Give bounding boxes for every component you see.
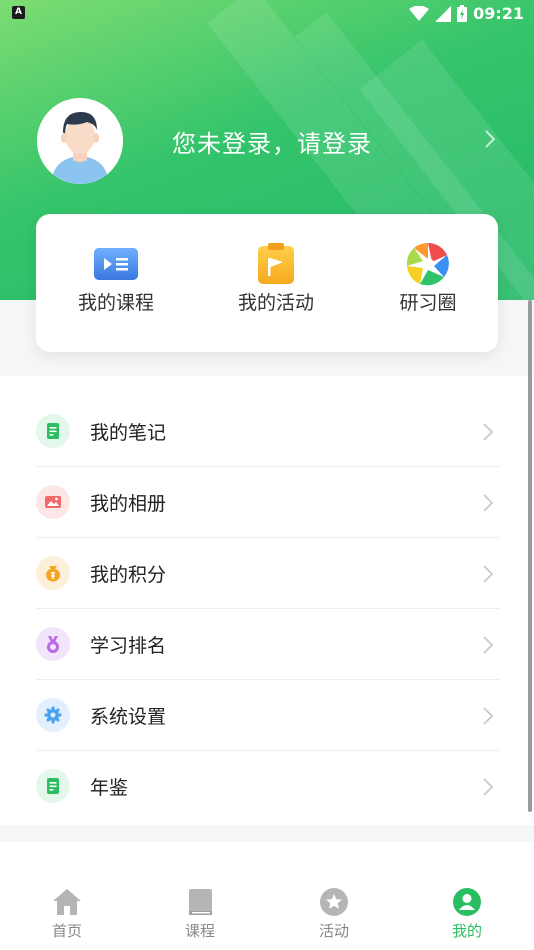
tab-home[interactable]: 首页 — [27, 886, 107, 941]
menu-item-notes[interactable]: 我的笔记 — [36, 396, 500, 467]
tab-label: 首页 — [51, 922, 82, 940]
menu-item-yearbook[interactable]: 年鉴 — [36, 751, 500, 822]
avatar[interactable] — [37, 98, 123, 184]
chevron-right-icon — [483, 423, 494, 441]
chevron-right-icon — [483, 636, 494, 654]
signal-icon — [435, 5, 452, 22]
scrollbar[interactable] — [528, 300, 532, 812]
aperture-icon — [404, 242, 452, 286]
chevron-right-icon — [483, 565, 494, 583]
menu-item-ranking[interactable]: 学习排名 — [36, 609, 500, 680]
tab-label: 活动 — [318, 922, 349, 940]
chevron-right-icon — [483, 494, 494, 512]
notification-badge: A — [12, 6, 25, 19]
menu-label: 我的积分 — [90, 564, 167, 586]
menu-label: 年鉴 — [90, 777, 129, 799]
wifi-icon — [409, 5, 430, 21]
activity-flag-icon — [252, 242, 300, 286]
quick-link-label: 研习圈 — [399, 292, 457, 314]
user-icon — [451, 886, 483, 918]
menu-label: 学习排名 — [90, 635, 167, 657]
course-icon — [92, 242, 140, 286]
menu-item-settings[interactable]: 系统设置 — [36, 680, 500, 751]
photo-icon — [36, 485, 70, 519]
menu-label: 我的笔记 — [90, 422, 167, 444]
battery-icon — [457, 5, 468, 22]
menu-label: 系统设置 — [90, 706, 167, 728]
tab-mine[interactable]: 我的 — [427, 886, 507, 941]
tab-label: 课程 — [184, 922, 215, 940]
star-icon — [318, 886, 350, 918]
tab-courses[interactable]: 课程 — [160, 886, 240, 941]
quick-link-label: 我的课程 — [77, 292, 154, 314]
gear-icon — [36, 698, 70, 732]
home-icon — [51, 886, 83, 918]
menu-item-album[interactable]: 我的相册 — [36, 467, 500, 538]
chevron-right-icon — [483, 707, 494, 725]
medal-icon — [36, 627, 70, 661]
quick-link-label: 我的活动 — [237, 292, 314, 314]
menu-item-points[interactable]: 我的积分 — [36, 538, 500, 609]
quick-link-courses[interactable]: 我的课程 — [56, 242, 176, 315]
user-avatar-icon — [37, 98, 123, 184]
menu-label: 我的相册 — [90, 493, 167, 515]
status-icons: 09:21 — [409, 4, 524, 23]
yearbook-icon — [36, 769, 70, 803]
book-icon — [184, 886, 216, 918]
bottom-tab-bar: 首页 课程 活动 我的 — [0, 842, 534, 950]
quick-links-card: 我的课程 我的活动 研习圈 — [36, 214, 498, 352]
note-icon — [36, 414, 70, 448]
chevron-right-icon[interactable] — [482, 128, 498, 150]
settings-menu: 我的笔记 我的相册 我的积分 学习排名 系统设置 年鉴 — [0, 376, 534, 825]
login-prompt[interactable]: 您未登录，请登录 — [172, 124, 372, 159]
clock: 09:21 — [473, 4, 524, 23]
quick-link-study-circle[interactable]: 研习圈 — [368, 242, 488, 315]
tab-activities[interactable]: 活动 — [294, 886, 374, 941]
points-bag-icon — [36, 556, 70, 590]
tab-label: 我的 — [451, 922, 482, 940]
quick-link-activities[interactable]: 我的活动 — [216, 242, 336, 315]
status-bar: A 09:21 — [0, 0, 534, 28]
chevron-right-icon — [483, 778, 494, 796]
